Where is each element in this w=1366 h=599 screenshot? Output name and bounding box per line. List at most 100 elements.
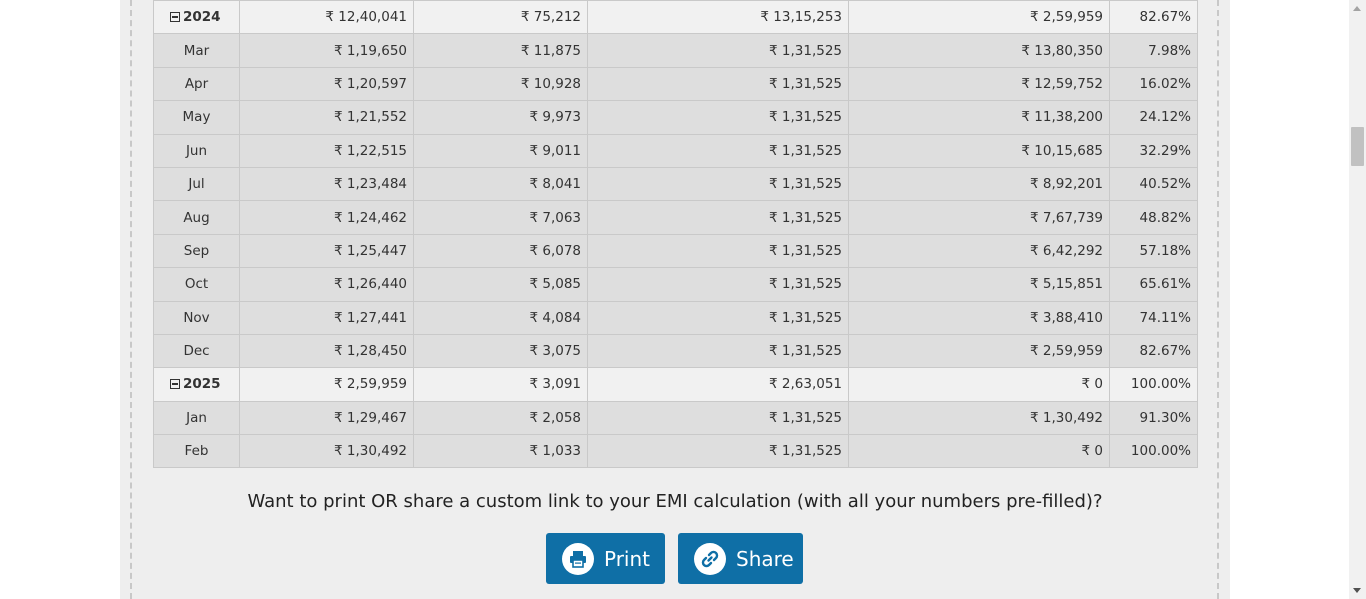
total-payment-cell: ₹ 1,31,525: [587, 66, 849, 102]
principal-cell: ₹ 1,28,450: [239, 333, 414, 369]
month-row: Oct ₹ 1,26,440 ₹ 5,085 ₹ 1,31,525 ₹ 5,15,851…: [153, 267, 1198, 302]
interest-cell: ₹ 5,085: [413, 267, 588, 302]
principal-cell: ₹ 1,27,441: [239, 300, 414, 335]
period-cell[interactable]: 2024: [153, 0, 240, 35]
panel-border-right: [1217, 0, 1219, 599]
emi-schedule-body: 2024 ₹ 12,40,041 ₹ 75,212 ₹ 13,15,253 ₹ 2,59…: [153, 0, 1198, 469]
period-cell: Dec: [153, 333, 240, 369]
link-icon: [694, 542, 726, 575]
balance-cell: ₹ 0: [848, 434, 1110, 469]
principal-cell: ₹ 1,30,492: [239, 434, 414, 469]
year-row[interactable]: 2024 ₹ 12,40,041 ₹ 75,212 ₹ 13,15,253 ₹ 2,59…: [153, 0, 1198, 35]
period-label: May: [182, 109, 211, 126]
collapse-toggle-icon[interactable]: [170, 12, 180, 23]
scrollbar-thumb[interactable]: [1351, 127, 1364, 166]
period-cell: Sep: [153, 233, 240, 269]
period-cell[interactable]: 2025: [153, 367, 240, 402]
period-cell: Mar: [153, 33, 240, 68]
scroll-down-arrow-icon[interactable]: [1353, 588, 1361, 593]
balance-cell: ₹ 1,30,492: [848, 400, 1110, 436]
interest-cell: ₹ 9,011: [413, 133, 588, 168]
interest-cell: ₹ 3,091: [413, 367, 588, 402]
loan-paid-cell: 65.61%: [1109, 267, 1198, 302]
month-row: Mar ₹ 1,19,650 ₹ 11,875 ₹ 1,31,525 ₹ 13,80,3…: [153, 33, 1198, 68]
print-button-label: Print: [604, 546, 651, 571]
total-payment-cell: ₹ 13,15,253: [587, 0, 849, 35]
principal-cell: ₹ 1,29,467: [239, 400, 414, 436]
principal-cell: ₹ 1,23,484: [239, 166, 414, 202]
interest-cell: ₹ 3,075: [413, 333, 588, 369]
balance-cell: ₹ 5,15,851: [848, 267, 1110, 302]
month-row: Jul ₹ 1,23,484 ₹ 8,041 ₹ 1,31,525 ₹ 8,92,201…: [153, 166, 1198, 202]
total-payment-cell: ₹ 1,31,525: [587, 267, 849, 302]
month-row: Jun ₹ 1,22,515 ₹ 9,011 ₹ 1,31,525 ₹ 10,15,68…: [153, 133, 1198, 168]
loan-paid-cell: 16.02%: [1109, 66, 1198, 102]
principal-cell: ₹ 1,20,597: [239, 66, 414, 102]
share-button-label: Share: [736, 546, 794, 571]
principal-cell: ₹ 2,59,959: [239, 367, 414, 402]
principal-cell: ₹ 1,19,650: [239, 33, 414, 68]
page-scrollbar[interactable]: [1349, 0, 1366, 599]
loan-paid-cell: 7.98%: [1109, 33, 1198, 68]
total-payment-cell: ₹ 1,31,525: [587, 200, 849, 235]
period-label: Sep: [183, 242, 210, 259]
loan-paid-cell: 82.67%: [1109, 0, 1198, 35]
period-label: Jul: [188, 176, 205, 193]
period-cell: Jan: [153, 400, 240, 436]
balance-cell: ₹ 13,80,350: [848, 33, 1110, 68]
balance-cell: ₹ 7,67,739: [848, 200, 1110, 235]
interest-cell: ₹ 6,078: [413, 233, 588, 269]
share-prompt: Want to print OR share a custom link to …: [247, 491, 1103, 512]
period-label: Jan: [186, 409, 207, 426]
month-row: May ₹ 1,21,552 ₹ 9,973 ₹ 1,31,525 ₹ 11,38,20…: [153, 100, 1198, 135]
loan-paid-cell: 100.00%: [1109, 434, 1198, 469]
period-cell: Feb: [153, 434, 240, 469]
period-label: Aug: [183, 209, 210, 226]
interest-cell: ₹ 2,058: [413, 400, 588, 436]
balance-cell: ₹ 3,88,410: [848, 300, 1110, 335]
print-button[interactable]: Print: [546, 533, 665, 584]
year-row[interactable]: 2025 ₹ 2,59,959 ₹ 3,091 ₹ 2,63,051 ₹ 0 100.00…: [153, 367, 1198, 402]
interest-cell: ₹ 75,212: [413, 0, 588, 35]
balance-cell: ₹ 6,42,292: [848, 233, 1110, 269]
collapse-toggle-icon[interactable]: [170, 379, 180, 390]
loan-paid-cell: 40.52%: [1109, 166, 1198, 202]
loan-paid-cell: 57.18%: [1109, 233, 1198, 269]
total-payment-cell: ₹ 1,31,525: [587, 166, 849, 202]
month-row: Aug ₹ 1,24,462 ₹ 7,063 ₹ 1,31,525 ₹ 7,67,739…: [153, 200, 1198, 235]
balance-cell: ₹ 10,15,685: [848, 133, 1110, 168]
interest-cell: ₹ 11,875: [413, 33, 588, 68]
period-label: 2024: [183, 9, 221, 26]
principal-cell: ₹ 1,25,447: [239, 233, 414, 269]
total-payment-cell: ₹ 1,31,525: [587, 434, 849, 469]
period-cell: Jul: [153, 166, 240, 202]
principal-cell: ₹ 1,22,515: [239, 133, 414, 168]
interest-cell: ₹ 10,928: [413, 66, 588, 102]
balance-cell: ₹ 8,92,201: [848, 166, 1110, 202]
loan-paid-cell: 82.67%: [1109, 333, 1198, 369]
month-row: Apr ₹ 1,20,597 ₹ 10,928 ₹ 1,31,525 ₹ 12,59,7…: [153, 66, 1198, 102]
interest-cell: ₹ 7,063: [413, 200, 588, 235]
balance-cell: ₹ 2,59,959: [848, 0, 1110, 35]
share-button[interactable]: Share: [678, 533, 803, 584]
period-label: Feb: [184, 443, 209, 460]
total-payment-cell: ₹ 1,31,525: [587, 300, 849, 335]
scroll-up-arrow-icon[interactable]: [1353, 6, 1361, 11]
loan-paid-cell: 24.12%: [1109, 100, 1198, 135]
period-cell: Oct: [153, 267, 240, 302]
period-label: 2025: [183, 376, 221, 393]
panel-border-left: [130, 0, 132, 599]
period-cell: May: [153, 100, 240, 135]
interest-cell: ₹ 4,084: [413, 300, 588, 335]
balance-cell: ₹ 2,59,959: [848, 333, 1110, 369]
balance-cell: ₹ 12,59,752: [848, 66, 1110, 102]
balance-cell: ₹ 11,38,200: [848, 100, 1110, 135]
period-cell: Nov: [153, 300, 240, 335]
total-payment-cell: ₹ 1,31,525: [587, 100, 849, 135]
loan-paid-cell: 91.30%: [1109, 400, 1198, 436]
printer-icon: [562, 542, 594, 575]
interest-cell: ₹ 8,041: [413, 166, 588, 202]
total-payment-cell: ₹ 1,31,525: [587, 133, 849, 168]
loan-paid-cell: 100.00%: [1109, 367, 1198, 402]
period-label: Nov: [183, 309, 210, 326]
